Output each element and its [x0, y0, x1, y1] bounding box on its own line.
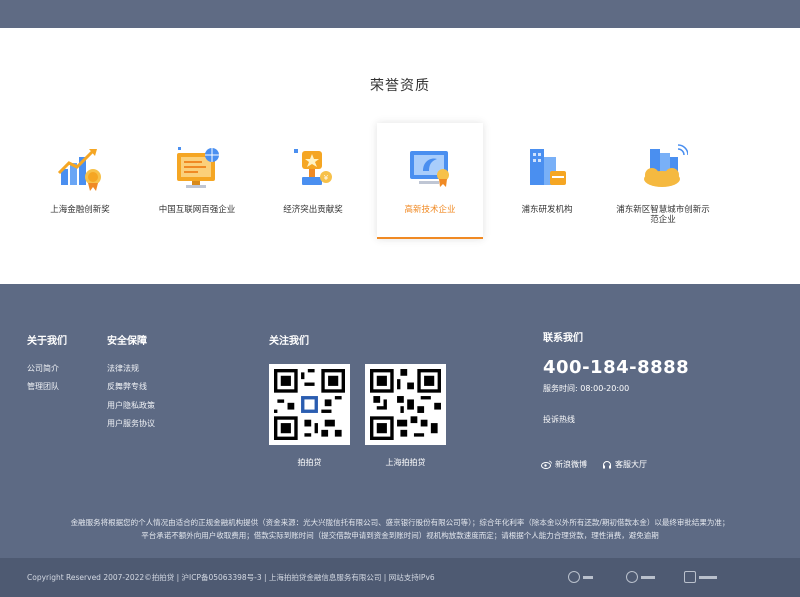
- award-label: 浦东研发机构: [521, 205, 573, 215]
- award-card-active[interactable]: 高新技术企业: [377, 123, 483, 239]
- follow-title: 关注我们: [269, 336, 309, 347]
- honors-title: 荣誉资质: [370, 78, 430, 94]
- weibo-link[interactable]: 新浪微博: [541, 459, 587, 470]
- qr-code-shanghai-ppdai: [365, 364, 446, 445]
- badge-icon: [626, 571, 638, 583]
- about-link-team[interactable]: 管理团队: [27, 381, 59, 392]
- award-card[interactable]: ¥ 经济突出贡献奖: [260, 123, 366, 239]
- badge-icon: [684, 571, 696, 583]
- security-link-privacy[interactable]: 用户隐私政策: [107, 400, 155, 411]
- certification-badge[interactable]: [684, 570, 717, 584]
- qr-code-icon: [370, 369, 441, 440]
- security-link-agreement[interactable]: 用户服务协议: [107, 418, 155, 429]
- award-card[interactable]: 浦东研发机构: [494, 123, 600, 239]
- disclaimer-line: 平台承诺不额外向用户收取费用；借款实际到账时间（提交借款申请到资金到账时间）视机…: [141, 531, 659, 540]
- qr-code-icon: [274, 369, 345, 440]
- disclaimer-line: 金融服务将根据您的个人情况由适合的正规金融机构提供（资金来源：光大兴陇信托有限公…: [70, 518, 730, 527]
- qr-code-ppdai: [269, 364, 350, 445]
- qr-label-ppdai: 拍拍贷: [297, 458, 322, 467]
- award-card[interactable]: 中国互联网百强企业: [144, 123, 250, 239]
- certificate-icon: [410, 151, 449, 187]
- award-label: 中国互联网百强企业: [158, 205, 236, 215]
- about-link-intro[interactable]: 公司简介: [27, 363, 59, 374]
- site-footer: 关于我们 公司简介 管理团队 安全保障 法律法规 反舞弊专线 用户隐私政策 用户…: [0, 284, 800, 558]
- headset-icon: [603, 460, 611, 468]
- contact-title: 联系我们: [543, 333, 583, 344]
- honors-section: 荣誉资质 上海金融创新奖 中国互联网百强企业 ¥ 经济突出贡献奖 高新技术企业 …: [0, 28, 800, 284]
- certification-badge[interactable]: [626, 570, 655, 584]
- weibo-icon: [541, 460, 552, 469]
- award-label: 浦东新区智慧城市创新示范企业: [616, 205, 710, 225]
- complaint-hotline-link[interactable]: 投诉热线: [543, 414, 575, 425]
- bar-chart-award-icon: [57, 149, 101, 191]
- svg-text:¥: ¥: [324, 174, 329, 182]
- qr-label-shanghai-ppdai: 上海拍拍贷: [385, 458, 426, 467]
- award-card[interactable]: 上海金融创新奖: [27, 123, 133, 239]
- award-label: 上海金融创新奖: [50, 205, 110, 215]
- building-icon: [530, 149, 566, 185]
- about-title: 关于我们: [27, 336, 67, 347]
- security-link-antifraud[interactable]: 反舞弊专线: [107, 381, 147, 392]
- badge-icon: [568, 571, 580, 583]
- security-title: 安全保障: [107, 336, 147, 347]
- disclaimer-text: 金融服务将根据您的个人情况由适合的正规金融机构提供（资金来源：光大兴陇信托有限公…: [0, 516, 800, 542]
- security-link-law[interactable]: 法律法规: [107, 363, 139, 374]
- monitor-award-icon: [177, 147, 219, 188]
- smart-city-icon: [644, 144, 688, 187]
- service-phone[interactable]: 400-184-8888: [543, 357, 689, 378]
- certification-badge[interactable]: [568, 570, 593, 584]
- top-banner-strip: [0, 0, 800, 28]
- service-hall-link[interactable]: 客服大厅: [602, 459, 647, 470]
- trophy-icon: ¥: [294, 149, 332, 185]
- copyright-text: Copyright Reserved 2007-2022©拍拍贷 | 沪ICP备…: [27, 573, 435, 582]
- award-label: 高新技术企业: [404, 205, 456, 215]
- weibo-label: 新浪微博: [555, 460, 587, 469]
- award-card[interactable]: 浦东新区智慧城市创新示范企业: [610, 123, 716, 239]
- service-hours: 服务时间: 08:00-20:00: [543, 384, 630, 393]
- service-hall-label: 客服大厅: [615, 460, 647, 469]
- bottom-bar: Copyright Reserved 2007-2022©拍拍贷 | 沪ICP备…: [0, 558, 800, 597]
- award-label: 经济突出贡献奖: [283, 205, 343, 215]
